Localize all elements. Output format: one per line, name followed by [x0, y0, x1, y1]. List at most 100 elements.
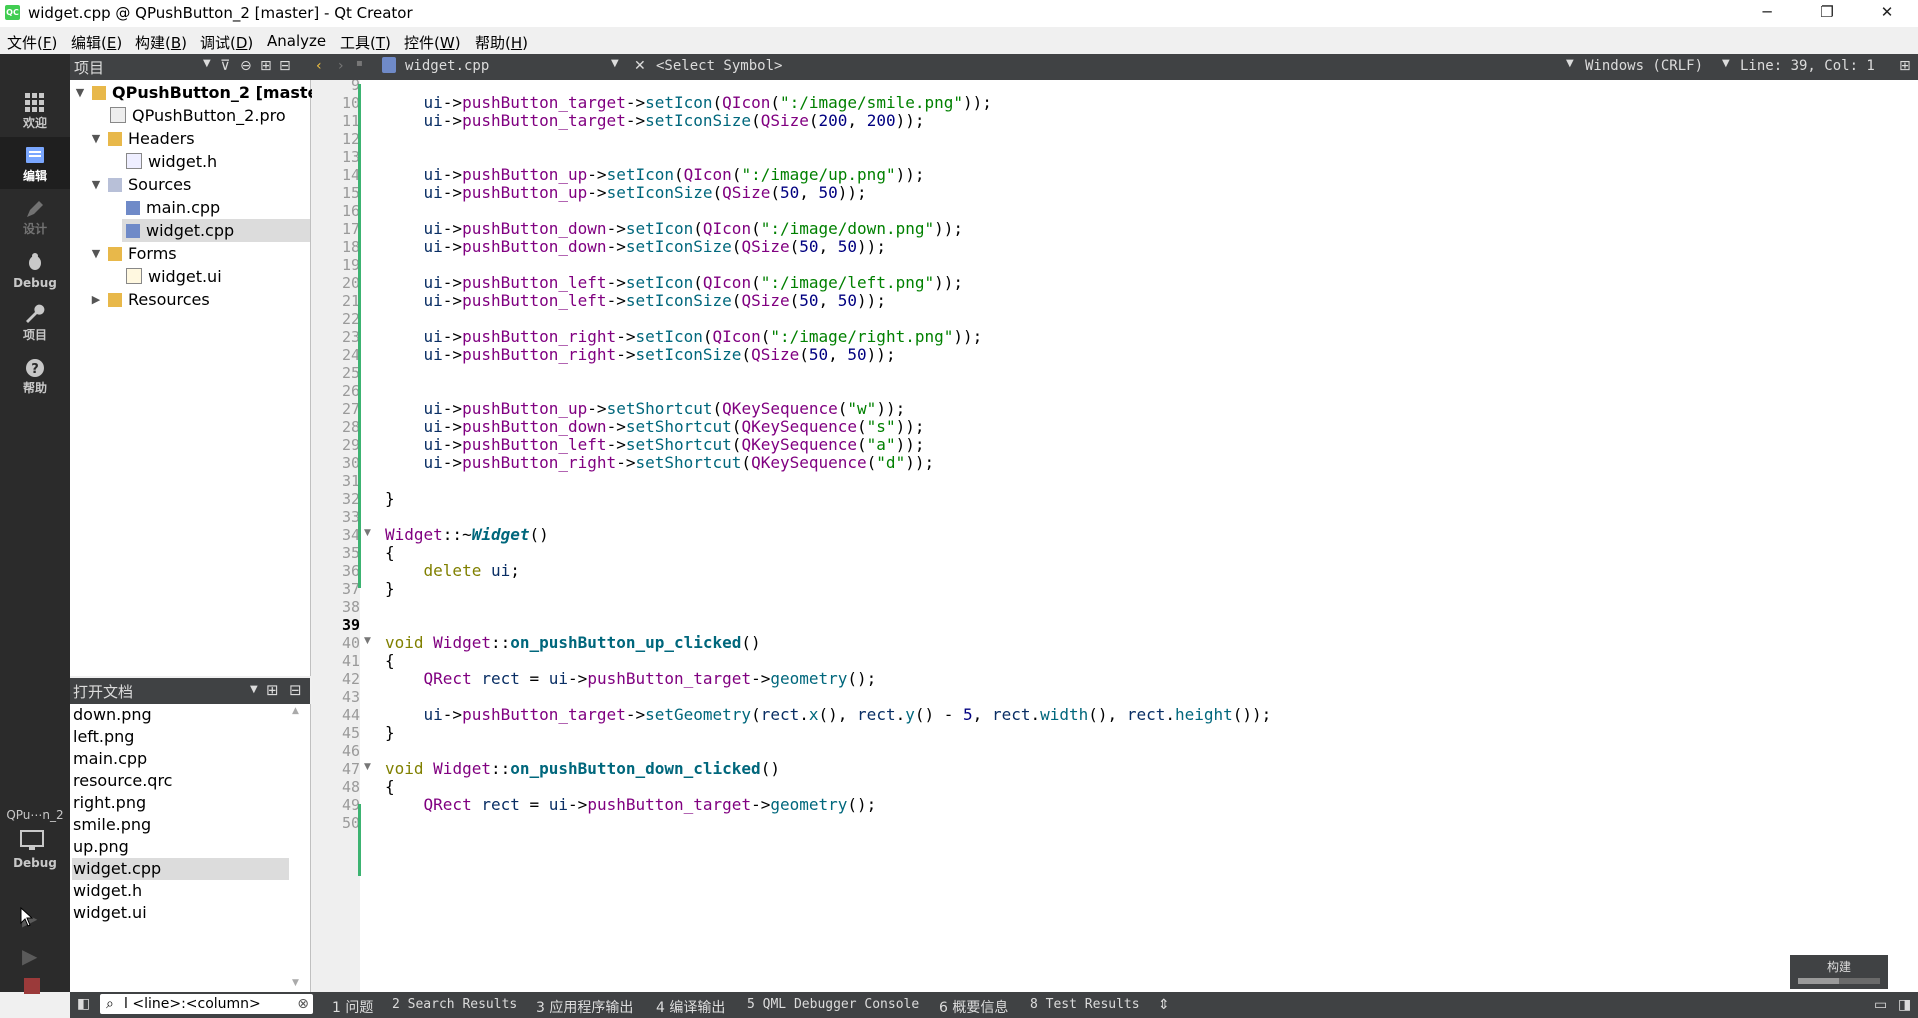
line-ending-selector[interactable]: Windows (CRLF) — [1585, 58, 1703, 74]
list-item-selected[interactable]: widget.cpp — [72, 858, 289, 880]
line-ending-dropdown-icon[interactable]: ▼ — [1722, 58, 1730, 69]
mode-help[interactable]: ? 帮助 — [0, 349, 70, 401]
scroll-down-icon[interactable]: ▼ — [292, 978, 299, 988]
sidebar-toggle-icon[interactable]: ◧ — [77, 996, 90, 1012]
file-dropdown-icon[interactable]: ▼ — [611, 58, 619, 69]
folder-icon — [108, 132, 122, 146]
kit-name: QPu⋯n_2 — [6, 808, 64, 822]
close-pane-icon[interactable]: ⊟ — [279, 58, 291, 74]
close-pane-icon[interactable]: ⊟ — [289, 681, 302, 699]
expand-arrow-icon[interactable]: ▼ — [89, 173, 103, 196]
mode-design[interactable]: 设计 — [0, 190, 70, 242]
expand-arrow-icon[interactable]: ▼ — [73, 81, 87, 104]
list-item[interactable]: up.png — [72, 836, 289, 858]
symbol-selector[interactable]: <Select Symbol> — [656, 58, 782, 74]
expand-arrow-icon[interactable]: ▼ — [89, 242, 103, 265]
split-editor-icon[interactable]: ⊞ — [1899, 58, 1911, 74]
close-file-icon[interactable]: ✕ — [634, 58, 646, 74]
fold-arrow-icon[interactable]: ▼ — [364, 636, 371, 646]
scroll-up-icon[interactable]: ▲ — [292, 706, 299, 716]
menu-tools[interactable]: 工具(T) — [340, 32, 391, 53]
progress-toggle-icon[interactable]: ▭ — [1874, 997, 1887, 1013]
editor-toolbar: 项目 ▼ ⊽ ⊖ ⊞ ⊟ ‹ › ▪ widget.cpp ▼ ✕ <Selec… — [70, 54, 1918, 80]
menu-debug[interactable]: 调试(D) — [200, 32, 253, 53]
pane-issues[interactable]: 1 问题 — [332, 997, 373, 1017]
code-line: ui->pushButton_right->setShortcut(QKeySe… — [423, 453, 935, 472]
pane-general-messages[interactable]: 6 概要信息 — [939, 997, 1008, 1017]
split-icon[interactable]: ⊞ — [260, 58, 272, 74]
forward-icon[interactable]: › — [338, 58, 344, 74]
code-line: } — [385, 579, 395, 598]
menu-controls[interactable]: 控件(W) — [404, 32, 461, 53]
title-bar: QC widget.cpp @ QPushButton_2 [master] -… — [0, 0, 1918, 27]
build-icon[interactable] — [24, 978, 40, 994]
minimize-button[interactable]: ─ — [1744, 0, 1790, 27]
tree-item-main-cpp[interactable]: main.cpp — [70, 196, 310, 219]
tree-item-forms[interactable]: ▼ Forms — [70, 242, 310, 265]
file-tab[interactable]: widget.cpp — [405, 58, 489, 74]
list-item[interactable]: left.png — [72, 726, 289, 748]
symbol-dropdown-icon[interactable]: ▼ — [1566, 58, 1574, 69]
tree-item-widget-cpp[interactable]: widget.cpp — [122, 219, 310, 242]
pane-compile-output[interactable]: 4 编译输出 — [656, 997, 725, 1017]
clear-icon[interactable]: ⊗ — [297, 994, 309, 1014]
kit-selector[interactable]: Debug — [0, 826, 70, 878]
pane-qml-console[interactable]: 5 QML Debugger Console — [747, 997, 919, 1012]
collapse-arrow-icon[interactable]: ▶ — [89, 288, 103, 311]
pane-app-output[interactable]: 3 应用程序输出 — [536, 997, 633, 1017]
locator-input[interactable]: ⌕ l <line>:<column> ⊗ — [100, 994, 313, 1014]
tree-item-project[interactable]: ▼ QPushButton_2 [master] — [70, 81, 334, 104]
pane-title: 项目 — [74, 59, 105, 77]
list-item[interactable]: main.cpp — [72, 748, 289, 770]
code-line: ui->pushButton_right->setIconSize(QSize(… — [423, 345, 896, 364]
code-editor[interactable]: 9 10 11 12 13 14 15 16 17 18 19 20 21 22 23 24 25 26 27 28 2… — [312, 80, 1918, 992]
link-icon[interactable]: ⊖ — [240, 58, 252, 74]
split-icon[interactable]: ⊞ — [266, 681, 279, 699]
tree-item-pro-file[interactable]: QPushButton_2.pro — [70, 104, 310, 127]
docs-dropdown-icon[interactable]: ▼ — [250, 684, 258, 695]
mode-debug[interactable]: Debug — [0, 243, 70, 295]
list-item[interactable]: smile.png — [72, 814, 289, 836]
filter-icon[interactable]: ⊽ — [220, 58, 230, 74]
tree-item-widget-h[interactable]: widget.h — [70, 150, 310, 173]
expand-arrow-icon[interactable]: ▼ — [89, 127, 103, 150]
list-item[interactable]: resource.qrc — [72, 770, 289, 792]
mode-projects[interactable]: 项目 — [0, 296, 70, 348]
list-item[interactable]: widget.ui — [72, 902, 289, 924]
menu-help[interactable]: 帮助(H) — [475, 32, 528, 53]
tree-item-sources[interactable]: ▼ Sources — [70, 173, 310, 196]
docs-scrollbar[interactable]: ▲ ▼ — [290, 704, 304, 992]
menu-bar: 文件(F) 编辑(E) 构建(B) 调试(D) Analyze 工具(T) 控件… — [0, 28, 1918, 54]
pen-icon — [27, 201, 43, 217]
back-icon[interactable]: ‹ — [316, 58, 322, 74]
restore-button[interactable]: ❐ — [1804, 0, 1850, 27]
folder-icon — [108, 178, 122, 192]
mode-welcome[interactable]: 欢迎 — [0, 84, 70, 136]
output-toggle-icon[interactable]: ◨ — [1898, 997, 1911, 1013]
cpp-file-icon — [126, 224, 140, 238]
mode-design-label: 设计 — [22, 222, 47, 236]
menu-build[interactable]: 构建(B) — [135, 32, 187, 53]
list-item[interactable]: right.png — [72, 792, 289, 814]
tree-item-headers[interactable]: ▼ Headers — [70, 127, 310, 150]
mode-edit[interactable]: 编辑 — [0, 137, 70, 189]
menu-file[interactable]: 文件(F) — [7, 32, 57, 53]
tree-item-widget-ui[interactable]: widget.ui — [70, 265, 310, 288]
folder-icon — [108, 247, 122, 261]
fold-arrow-icon[interactable]: ▼ — [364, 528, 371, 538]
list-item[interactable]: down.png — [72, 704, 289, 726]
tree-item-resources[interactable]: ▶ Resources — [70, 288, 310, 311]
menu-edit[interactable]: 编辑(E) — [71, 32, 122, 53]
cursor-position[interactable]: Line: 39, Col: 1 — [1740, 58, 1875, 74]
list-item[interactable]: widget.h — [72, 880, 289, 902]
debug-run-icon[interactable]: ▶ — [22, 944, 37, 968]
pane-test-results[interactable]: 8 Test Results — [1030, 997, 1140, 1012]
pane-dropdown-icon[interactable]: ▼ — [203, 58, 211, 69]
pane-search-results[interactable]: 2 Search Results — [392, 997, 517, 1012]
close-button[interactable]: ✕ — [1864, 0, 1910, 27]
menu-analyze[interactable]: Analyze — [267, 32, 326, 50]
more-panes-icon[interactable]: ⇕ — [1158, 997, 1170, 1013]
fold-arrow-icon[interactable]: ▼ — [364, 762, 371, 772]
mode-projects-label: 项目 — [22, 328, 47, 342]
wrench-icon — [26, 304, 45, 323]
